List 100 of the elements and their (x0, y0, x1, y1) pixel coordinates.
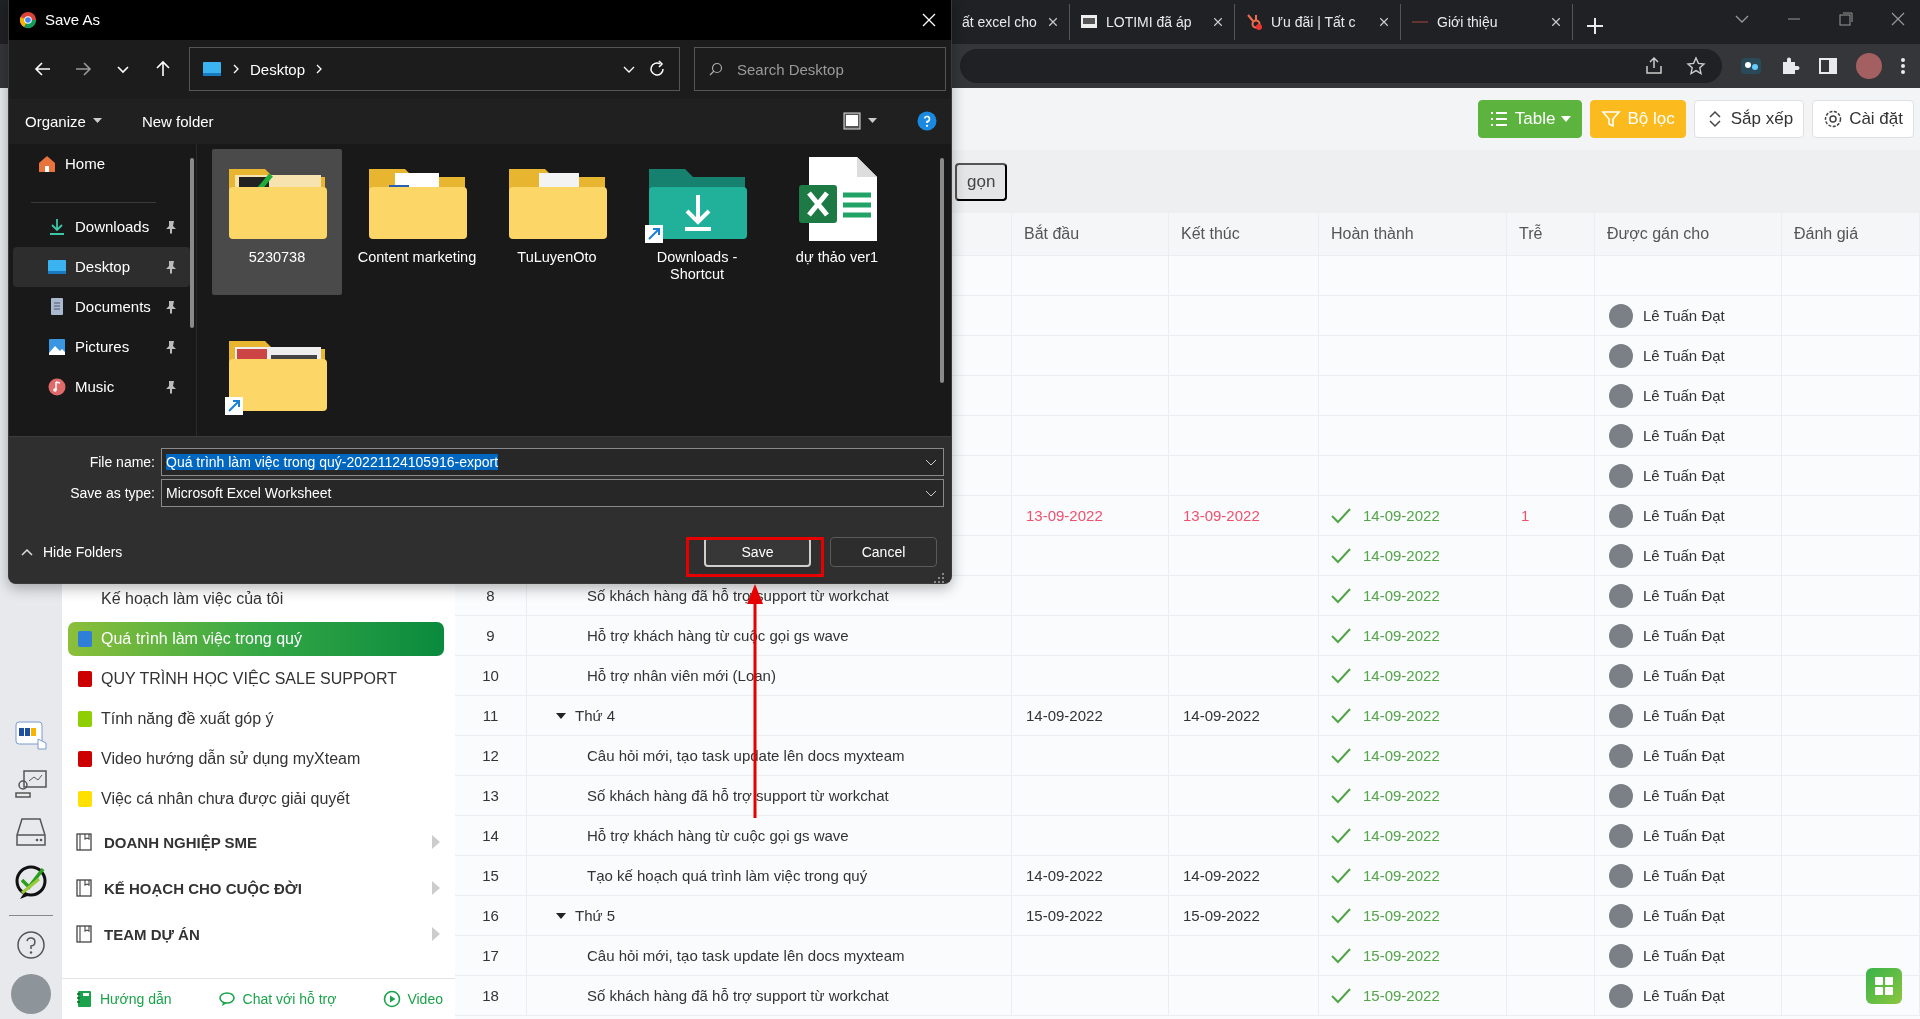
file-tile[interactable]: dự thảo ver1 (772, 148, 902, 295)
page-thumbnail-icon (1080, 13, 1098, 31)
close-icon[interactable] (1550, 16, 1562, 28)
group-name[interactable]: Thứ 4 (575, 707, 616, 724)
group-name[interactable]: Thứ 5 (575, 907, 616, 924)
task-name[interactable]: Số khách hàng đã hỗ trợ support từ workchat (527, 976, 1012, 1015)
nav-label: Desktop (75, 258, 132, 276)
expand-icon[interactable] (555, 710, 567, 721)
file-tile[interactable]: 5230738 (212, 148, 342, 295)
caret-icon[interactable] (868, 118, 877, 125)
path-segment[interactable]: Desktop (250, 60, 306, 78)
help-icon[interactable] (16, 930, 46, 960)
task-name[interactable]: Tạo kế hoạch quá trình làm việc trong quý (527, 856, 1012, 895)
file-tile[interactable]: Content marketing (352, 148, 482, 295)
cancel-button[interactable]: Cancel (830, 537, 937, 567)
nav-label: Pictures (75, 338, 131, 356)
command-button[interactable]: Organize (25, 112, 102, 130)
completion-date: 15-09-2022 (1363, 987, 1440, 1004)
row-number: 16 (455, 896, 527, 935)
hide-folders-link[interactable]: Hide Folders (43, 544, 123, 560)
filter-icon (1601, 109, 1622, 129)
file-type-dropdown[interactable]: Microsoft Excel Worksheet (161, 479, 944, 507)
delay-count: 1 (1507, 496, 1595, 535)
guide-book-icon (76, 990, 94, 1008)
menu-icon[interactable] (1900, 56, 1906, 76)
pin-icon[interactable] (164, 259, 178, 274)
address-bar[interactable]: Desktop (189, 47, 680, 92)
browser-tab[interactable]: Ưu đãi | Tất c (1235, 4, 1401, 40)
avatar (1609, 543, 1633, 568)
browser-tab[interactable]: LOTIMI đã áp (1070, 4, 1235, 40)
extension-icon[interactable] (1740, 55, 1762, 77)
chevron-up-icon[interactable] (21, 547, 33, 557)
star-icon[interactable] (1686, 56, 1706, 76)
file-name-field[interactable]: Quá trình làm việc trong quý-20221124105916-export (161, 448, 944, 476)
search-field[interactable]: Search Desktop (694, 47, 946, 92)
project-name[interactable]: Video hướng dẫn sử dụng myXteam (101, 750, 361, 768)
column-header[interactable]: Hoàn thành (1319, 213, 1507, 255)
profile-avatar[interactable] (1856, 53, 1882, 79)
close-icon[interactable] (1212, 16, 1224, 28)
up-icon[interactable] (154, 60, 172, 79)
puzzle-icon[interactable] (1780, 56, 1800, 76)
file-tile[interactable]: TuLuyenOto (492, 148, 622, 295)
toolbar-button[interactable]: Cài đặt (1812, 100, 1914, 138)
browser-tab[interactable]: Giới thiệu (1401, 4, 1573, 40)
pin-icon[interactable] (164, 299, 178, 314)
end-date: 14-09-2022 (1169, 856, 1319, 895)
apps-button[interactable] (1866, 968, 1902, 1004)
nav-item[interactable]: Documents (13, 286, 190, 327)
file-name: Content marketing (356, 248, 478, 266)
project-name[interactable]: Kế hoạch làm việc của tôi (101, 590, 284, 608)
view-icon[interactable] (843, 112, 861, 131)
project-name[interactable]: Tính năng đề xuất góp ý (101, 710, 274, 728)
task-name[interactable]: Hỗ trợ khách hàng từ cuộc gọi gs wave (527, 816, 1012, 855)
sidebar-icon[interactable] (1818, 56, 1838, 76)
command-button[interactable]: New folder (141, 112, 214, 130)
board-icon[interactable] (14, 719, 48, 753)
column-header[interactable]: Trễ (1507, 213, 1595, 255)
expand-icon[interactable] (555, 910, 567, 921)
tab-title: Giới thiệu (1437, 14, 1499, 30)
settings-icon (1823, 109, 1844, 129)
nav-item[interactable]: Music (13, 366, 190, 407)
completion-date: 14-09-2022 (1363, 747, 1440, 764)
section-title[interactable]: DOANH NGHIỆP SME (104, 833, 419, 851)
tab-title: LOTIMI đã áp (1106, 14, 1193, 30)
row-number: 10 (455, 656, 527, 695)
check-icon (1331, 667, 1351, 684)
project-name[interactable]: Việc cá nhân chưa được giải quyết (101, 790, 350, 808)
toolbar-button[interactable]: Sắp xếp (1693, 100, 1805, 138)
pin-icon[interactable] (164, 219, 178, 234)
presentation-icon[interactable] (14, 767, 48, 801)
help-icon[interactable] (917, 111, 937, 132)
nav-item[interactable]: Desktop (13, 246, 190, 287)
nav-item[interactable]: Downloads (13, 206, 190, 247)
drive-icon[interactable] (14, 815, 48, 849)
user-avatar[interactable] (11, 974, 51, 1014)
completion-date: 15-09-2022 (1363, 907, 1440, 924)
restore-icon[interactable] (1838, 11, 1854, 27)
pin-icon[interactable] (164, 339, 178, 354)
close-icon[interactable] (1890, 11, 1906, 27)
section-title[interactable]: KẾ HOẠCH CHO CUỘC ĐỜI (104, 879, 419, 897)
column-header[interactable]: Bắt đầu (1012, 213, 1169, 255)
avatar (1609, 503, 1633, 528)
column-header[interactable]: Đánh giá (1782, 213, 1920, 255)
task-name[interactable]: Câu hỏi mới, tạo task update lên docs myxteam (527, 936, 1012, 975)
avatar (1609, 983, 1633, 1008)
assignee-name: Lê Tuấn Đạt (1643, 387, 1725, 404)
close-icon[interactable] (921, 11, 937, 28)
close-icon[interactable] (1047, 16, 1059, 28)
nav-item[interactable]: Pictures (13, 326, 190, 367)
column-header[interactable]: Kết thúc (1169, 213, 1319, 255)
pin-icon[interactable] (164, 379, 178, 394)
file-tile[interactable]: Downloads - Shortcut (632, 148, 762, 295)
play-icon (383, 990, 402, 1008)
collapse-button[interactable]: gọn (955, 162, 1008, 201)
project-name[interactable]: QUY TRÌNH HỌC VIỆC SALE SUPPORT (101, 670, 398, 688)
column-header[interactable]: Được gán cho (1595, 213, 1782, 255)
close-icon[interactable] (1378, 16, 1390, 28)
share-icon[interactable] (1644, 56, 1664, 76)
section-title[interactable]: TEAM DỰ ÁN (104, 925, 419, 943)
nav-item[interactable]: Home (13, 145, 190, 182)
